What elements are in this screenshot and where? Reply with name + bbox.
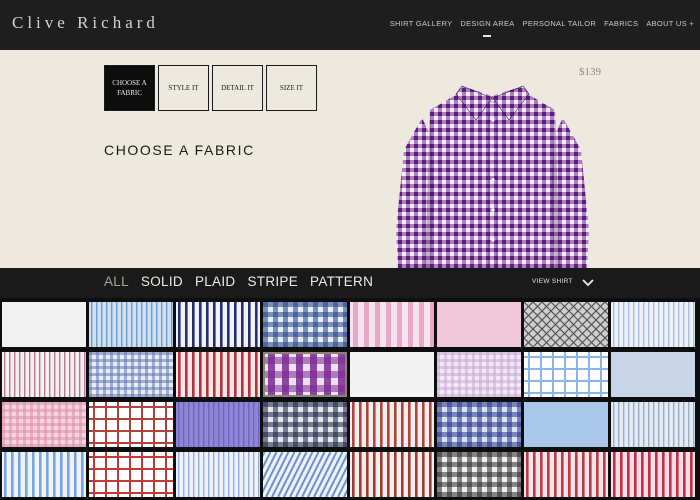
filter-all[interactable]: ALL: [104, 274, 129, 289]
fabric-swatch[interactable]: [611, 352, 695, 397]
nav-item-shirt-gallery[interactable]: SHIRT GALLERY: [390, 19, 453, 28]
fabric-swatch[interactable]: [2, 302, 86, 347]
fabric-swatch[interactable]: [350, 352, 434, 397]
fabric-swatch[interactable]: [176, 452, 260, 497]
fabric-swatch[interactable]: [611, 452, 695, 497]
fabric-swatch[interactable]: [350, 402, 434, 447]
step-style-it[interactable]: STYLE IT: [158, 65, 209, 111]
fabric-swatch[interactable]: [2, 452, 86, 497]
filter-solid[interactable]: SOLID: [141, 274, 183, 289]
fabric-swatch[interactable]: [176, 402, 260, 447]
chevron-down-icon[interactable]: [579, 274, 597, 292]
nav-item-fabrics[interactable]: FABRICS: [604, 19, 638, 28]
step-size-it[interactable]: SIZE IT: [266, 65, 317, 111]
fabric-swatch[interactable]: [524, 352, 608, 397]
shirt-preview-image: [396, 85, 589, 270]
step-choose-fabric[interactable]: CHOOSE A FABRIC: [104, 65, 155, 111]
fabric-swatch[interactable]: [437, 452, 521, 497]
brand-logo[interactable]: Clive Richard: [12, 13, 159, 33]
fabric-swatch[interactable]: [263, 402, 347, 447]
fabric-swatch[interactable]: [89, 302, 173, 347]
fabric-filter-bar: ALL SOLID PLAID STRIPE PATTERN VIEW SHIR…: [0, 268, 700, 298]
fabric-swatch[interactable]: [350, 302, 434, 347]
fabric-swatch-grid: [0, 300, 700, 500]
design-steps: CHOOSE A FABRIC STYLE IT DETAIL IT SIZE …: [104, 65, 317, 111]
top-header: Clive Richard SHIRT GALLERY DESIGN AREA …: [0, 0, 700, 50]
design-hero: CHOOSE A FABRIC STYLE IT DETAIL IT SIZE …: [0, 50, 700, 270]
nav-item-design-area[interactable]: DESIGN AREA: [460, 19, 514, 37]
fabric-swatch[interactable]: [176, 352, 260, 397]
view-shirt-link[interactable]: VIEW SHIRT: [532, 278, 573, 285]
fabric-swatch[interactable]: [437, 402, 521, 447]
step-detail-it[interactable]: DETAIL IT: [212, 65, 263, 111]
fabric-filters: ALL SOLID PLAID STRIPE PATTERN: [104, 274, 373, 289]
fabric-swatch[interactable]: [176, 302, 260, 347]
fabric-swatch[interactable]: [2, 352, 86, 397]
price-label: $139: [579, 66, 601, 78]
fabric-swatch[interactable]: [263, 452, 347, 497]
fabric-swatch[interactable]: [524, 452, 608, 497]
fabric-swatch[interactable]: [611, 302, 695, 347]
fabric-swatch[interactable]: [263, 352, 347, 397]
fabric-swatch[interactable]: [524, 402, 608, 447]
nav-item-about-us[interactable]: ABOUT US +: [646, 19, 694, 28]
fabric-swatch[interactable]: [263, 302, 347, 347]
fabric-swatch[interactable]: [89, 402, 173, 447]
fabric-swatch[interactable]: [350, 452, 434, 497]
nav-item-personal-tailor[interactable]: PERSONAL TAILOR: [523, 19, 597, 28]
fabric-swatch[interactable]: [89, 352, 173, 397]
filter-plaid[interactable]: PLAID: [195, 274, 236, 289]
fabric-swatch[interactable]: [524, 302, 608, 347]
fabric-swatch[interactable]: [437, 302, 521, 347]
filter-stripe[interactable]: STRIPE: [247, 274, 298, 289]
section-title: CHOOSE A FABRIC: [104, 142, 255, 158]
fabric-swatch[interactable]: [437, 352, 521, 397]
main-nav: SHIRT GALLERY DESIGN AREA PERSONAL TAILO…: [390, 19, 694, 37]
fabric-swatch[interactable]: [89, 452, 173, 497]
fabric-swatch[interactable]: [611, 402, 695, 447]
filter-pattern[interactable]: PATTERN: [310, 274, 373, 289]
fabric-swatch[interactable]: [2, 402, 86, 447]
